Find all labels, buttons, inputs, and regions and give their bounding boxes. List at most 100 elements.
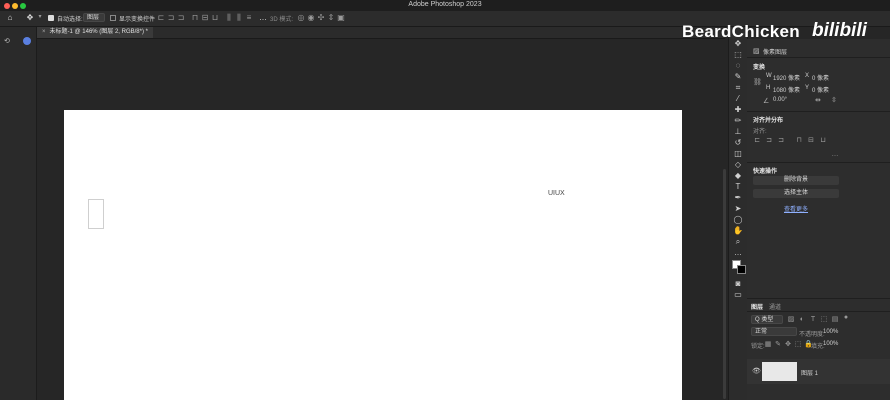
- angle-icon: ∠: [763, 98, 770, 105]
- auto-select-dropdown[interactable]: 图层: [83, 13, 105, 22]
- auto-select-checkbox[interactable]: [48, 15, 54, 21]
- more-align-icon[interactable]: …: [831, 151, 839, 158]
- ellipse-tool-icon[interactable]: ◯: [731, 214, 745, 225]
- align-vcenter-icon[interactable]: ⊟: [807, 137, 815, 144]
- scrollbar-thumb[interactable]: [723, 169, 726, 399]
- filter-shape-icon[interactable]: ⬚: [820, 316, 828, 323]
- chevron-down-icon[interactable]: ▾: [36, 13, 44, 22]
- distribute-horizontal-icon[interactable]: ⫼: [225, 13, 233, 22]
- more-options-icon[interactable]: …: [259, 13, 267, 22]
- filter-type-icon[interactable]: T: [809, 316, 817, 323]
- lock-image-icon[interactable]: ✎: [774, 341, 782, 348]
- align-right-icon[interactable]: ⊐: [177, 13, 185, 22]
- link-dimensions-icon[interactable]: ⛓: [753, 78, 762, 86]
- layer-filter-dropdown[interactable]: Q 类型: [751, 315, 783, 324]
- layer-row[interactable]: 👁 图层 1: [747, 359, 890, 384]
- left-panel-strip: ⟲: [0, 27, 37, 400]
- canvas-scrollbar[interactable]: [722, 39, 727, 400]
- drag-3d-icon[interactable]: ✣: [317, 13, 325, 22]
- screen-mode-icon[interactable]: ▭: [731, 289, 745, 300]
- show-transform-checkbox[interactable]: [110, 15, 116, 21]
- flip-vertical-icon[interactable]: ⇳: [831, 96, 837, 104]
- tools-panel: ✥ ⬚ ◌ ✎ ⌗ ⁄ ✚ ✏ ⊥ ↺ ◫ ◇ ◆ T ✒ ➤ ◯ ✋ ⌕ … …: [728, 27, 748, 400]
- healing-brush-tool-icon[interactable]: ✚: [731, 104, 745, 115]
- gradient-tool-icon[interactable]: ◇: [731, 159, 745, 170]
- remove-background-button[interactable]: 删除背景: [753, 176, 839, 185]
- lock-position-icon[interactable]: ✥: [784, 341, 792, 348]
- select-subject-button[interactable]: 选择主体: [753, 189, 839, 198]
- align-middle-icon[interactable]: ⊟: [201, 13, 209, 22]
- angle-field[interactable]: 0.00°: [773, 97, 787, 103]
- filter-adjustment-icon[interactable]: ◐: [798, 316, 806, 323]
- mode-3d-label: 3D 模式:: [270, 17, 294, 23]
- layer-kind-label: 像素图层: [763, 50, 788, 56]
- align-right-icon[interactable]: ⊐: [777, 137, 785, 144]
- history-brush-tool-icon[interactable]: ↺: [731, 137, 745, 148]
- orbit-3d-icon[interactable]: ◎: [297, 13, 305, 22]
- hand-tool-icon[interactable]: ✋: [731, 225, 745, 236]
- blend-mode-dropdown[interactable]: 正常: [751, 327, 797, 336]
- close-tab-icon[interactable]: ×: [42, 29, 46, 35]
- align-top-icon[interactable]: ⊓: [795, 137, 803, 144]
- eraser-tool-icon[interactable]: ◫: [731, 148, 745, 159]
- document-canvas[interactable]: [64, 110, 682, 400]
- flip-horizontal-icon[interactable]: ⇹: [815, 96, 821, 104]
- opacity-field[interactable]: 100%: [823, 329, 838, 335]
- lock-artboard-icon[interactable]: ⬚: [794, 341, 802, 348]
- y-field[interactable]: 0 像素: [812, 85, 829, 94]
- color-swatch-icon[interactable]: [23, 37, 31, 45]
- platform-watermark: bilibili: [812, 20, 867, 41]
- history-icon[interactable]: ⟲: [4, 37, 10, 45]
- quick-select-tool-icon[interactable]: ✎: [731, 71, 745, 82]
- brush-tool-icon[interactable]: ✏: [731, 115, 745, 126]
- align-bottom-icon[interactable]: ⊔: [819, 137, 827, 144]
- document-tab[interactable]: × 未标题-1 @ 146% (图层 2, RGB/8*) *: [37, 27, 153, 38]
- roll-3d-icon[interactable]: ◉: [307, 13, 315, 22]
- height-field[interactable]: 1080 像素: [773, 85, 800, 94]
- quick-actions-title: 快速操作: [753, 169, 778, 175]
- channels-tab[interactable]: 通道: [769, 302, 781, 311]
- layer-name[interactable]: 图层 1: [801, 368, 818, 377]
- scale-3d-icon[interactable]: ▣: [337, 13, 345, 22]
- lock-transparent-icon[interactable]: ▦: [764, 341, 772, 348]
- eyedropper-tool-icon[interactable]: ⁄: [731, 93, 745, 104]
- zoom-tool-icon[interactable]: ⌕: [731, 236, 745, 247]
- align-left-icon[interactable]: ⊏: [157, 13, 165, 22]
- marquee-tool-icon[interactable]: ⬚: [731, 49, 745, 60]
- transform-section-title: 变换: [753, 65, 766, 71]
- align-left-icon[interactable]: ⊏: [753, 137, 761, 144]
- pen-tool-icon[interactable]: ✒: [731, 192, 745, 203]
- layers-tab[interactable]: 图层: [751, 302, 763, 311]
- slide-3d-icon[interactable]: ⇕: [327, 13, 335, 22]
- align-bottom-icon[interactable]: ⊔: [211, 13, 219, 22]
- text-tool-icon[interactable]: T: [731, 181, 745, 192]
- learn-more-link[interactable]: 查看更多: [784, 204, 808, 213]
- uiux-text-layer[interactable]: UIUX: [548, 190, 565, 197]
- filter-toggle-icon[interactable]: ●: [842, 314, 850, 321]
- visibility-eye-icon[interactable]: 👁: [752, 367, 761, 375]
- show-transform-label: 显示变换控件: [119, 17, 156, 23]
- filter-smart-object-icon[interactable]: ▤: [831, 316, 839, 323]
- distribute-vertical-icon[interactable]: ≡: [245, 13, 253, 22]
- edit-toolbar-icon[interactable]: …: [731, 247, 745, 258]
- width-field[interactable]: 1920 像素: [773, 73, 800, 82]
- align-center-icon[interactable]: ⊐: [167, 13, 175, 22]
- h-label: H: [766, 85, 771, 91]
- quick-mask-icon[interactable]: ◙: [731, 278, 745, 289]
- rectangle-shape[interactable]: [88, 199, 104, 229]
- clone-stamp-tool-icon[interactable]: ⊥: [731, 126, 745, 137]
- x-field[interactable]: 0 像素: [812, 73, 829, 82]
- crop-tool-icon[interactable]: ⌗: [731, 82, 745, 93]
- filter-pixel-icon[interactable]: ▨: [787, 316, 795, 323]
- home-icon[interactable]: ⌂: [6, 13, 14, 22]
- fill-field[interactable]: 100%: [823, 341, 838, 347]
- blur-tool-icon[interactable]: ◆: [731, 170, 745, 181]
- background-color-swatch[interactable]: [737, 265, 746, 274]
- move-tool-icon[interactable]: ✥: [26, 13, 34, 22]
- align-hcenter-icon[interactable]: ⊐: [765, 137, 773, 144]
- align-top-icon[interactable]: ⊓: [191, 13, 199, 22]
- distribute-center-icon[interactable]: ⫼: [235, 13, 243, 22]
- app-title: Adobe Photoshop 2023: [408, 1, 482, 8]
- lasso-tool-icon[interactable]: ◌: [731, 60, 745, 71]
- path-select-tool-icon[interactable]: ➤: [731, 203, 745, 214]
